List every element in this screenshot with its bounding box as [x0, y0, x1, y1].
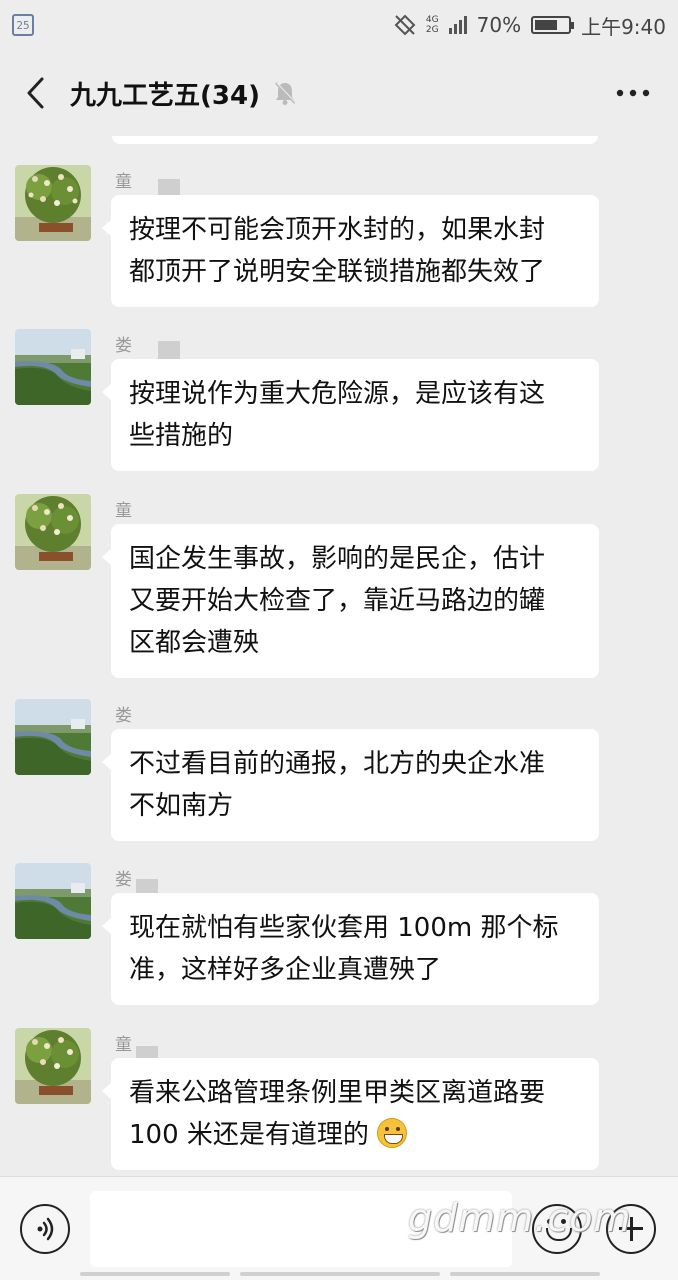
message-text-line: 些措施的: [129, 421, 234, 451]
message-text-line: 都顶开了说明安全联锁措施都失效了: [129, 257, 546, 287]
more-dots-icon: [616, 89, 650, 97]
sender-name: 童: [115, 1030, 132, 1055]
chat-header: 九九工艺五(34): [0, 50, 678, 136]
avatar[interactable]: [15, 699, 91, 775]
voice-icon: [37, 1217, 54, 1241]
battery-percent: 70%: [476, 13, 522, 37]
back-button[interactable]: [0, 50, 70, 136]
sender-name: 娄: [115, 865, 132, 890]
signal-icon: [448, 16, 467, 34]
message-text-line: 按理不可能会顶开水封的，如果水封: [129, 215, 546, 245]
message-text-line: 国企发生事故，影响的是民企，估计: [129, 544, 546, 574]
message-text-line: 不过看目前的通报，北方的央企水准: [129, 749, 546, 779]
message-bubble[interactable]: 国企发生事故，影响的是民企，估计 又要开始大检查了，靠近马路边的罐 区都会遭殃: [102, 524, 599, 678]
bell-muted-icon: [272, 79, 300, 107]
network-2g-label: 2G: [425, 25, 439, 35]
battery-level-fill: [535, 20, 558, 30]
avatar[interactable]: [15, 494, 91, 570]
sender-name: 娄: [115, 331, 132, 356]
sender-name: 童: [115, 496, 132, 521]
message-bubble[interactable]: 按理说作为重大危险源，是应该有这 些措施的: [102, 359, 599, 471]
message-text-line: 100 米还是有道理的: [129, 1114, 581, 1156]
message-bubble[interactable]: 看来公路管理条例里甲类区离道路要 100 米还是有道理的: [102, 1058, 599, 1170]
watermark: gdmm.com: [408, 1196, 632, 1240]
sender-name: 娄: [115, 701, 132, 726]
data-rotation-icon: [394, 14, 416, 36]
message-text-line: 不如南方: [129, 791, 234, 821]
avatar[interactable]: [15, 863, 91, 939]
battery-icon: [531, 16, 575, 34]
status-bar: 25 4G 2G 70% 上午9:40: [0, 0, 678, 50]
message-text-line: 看来公路管理条例里甲类区离道路要: [129, 1078, 546, 1108]
previous-message-bubble: [112, 136, 598, 144]
network-4g-label: 4G: [425, 15, 439, 25]
grinning-face-icon: [377, 1118, 408, 1148]
nav-indicator: [450, 1272, 600, 1276]
avatar[interactable]: [15, 165, 91, 241]
avatar[interactable]: [15, 329, 91, 405]
clock: 上午9:40: [581, 14, 666, 39]
nav-indicator: [80, 1272, 230, 1276]
message-text-fragment: 100 米还是有道理的: [129, 1120, 369, 1150]
chat-message-list[interactable]: 童 按理不可能会顶开水封的，如果水封 都顶开了说明安全联锁措施都失效了 娄 按理…: [0, 136, 678, 1176]
chat-title[interactable]: 九九工艺五(34): [70, 75, 260, 112]
status-indicators: 4G 2G 70% 上午9:40: [394, 11, 666, 40]
more-options-button[interactable]: [588, 50, 678, 136]
message-bubble[interactable]: 现在就怕有些家伙套用 100m 那个标 准，这样好多企业真遭殃了: [102, 893, 599, 1005]
message-text-line: 区都会遭殃: [129, 628, 260, 658]
message-text-line: 又要开始大检查了，靠近马路边的罐: [129, 586, 546, 616]
avatar[interactable]: [15, 1028, 91, 1104]
message-text-line: 现在就怕有些家伙套用 100m 那个标: [129, 913, 559, 943]
nav-indicator: [240, 1272, 440, 1276]
message-bubble[interactable]: 按理不可能会顶开水封的，如果水封 都顶开了说明安全联锁措施都失效了: [102, 195, 599, 307]
sender-name: 童: [115, 167, 132, 192]
notification-badge: 25: [12, 14, 34, 36]
message-bubble[interactable]: 不过看目前的通报，北方的央企水准 不如南方: [102, 729, 599, 841]
chevron-left-icon: [27, 77, 44, 109]
voice-input-button[interactable]: [20, 1204, 70, 1254]
message-text-line: 准，这样好多企业真遭殃了: [129, 955, 442, 985]
message-text-line: 按理说作为重大危险源，是应该有这: [129, 379, 546, 409]
network-type: 4G 2G: [426, 15, 439, 35]
